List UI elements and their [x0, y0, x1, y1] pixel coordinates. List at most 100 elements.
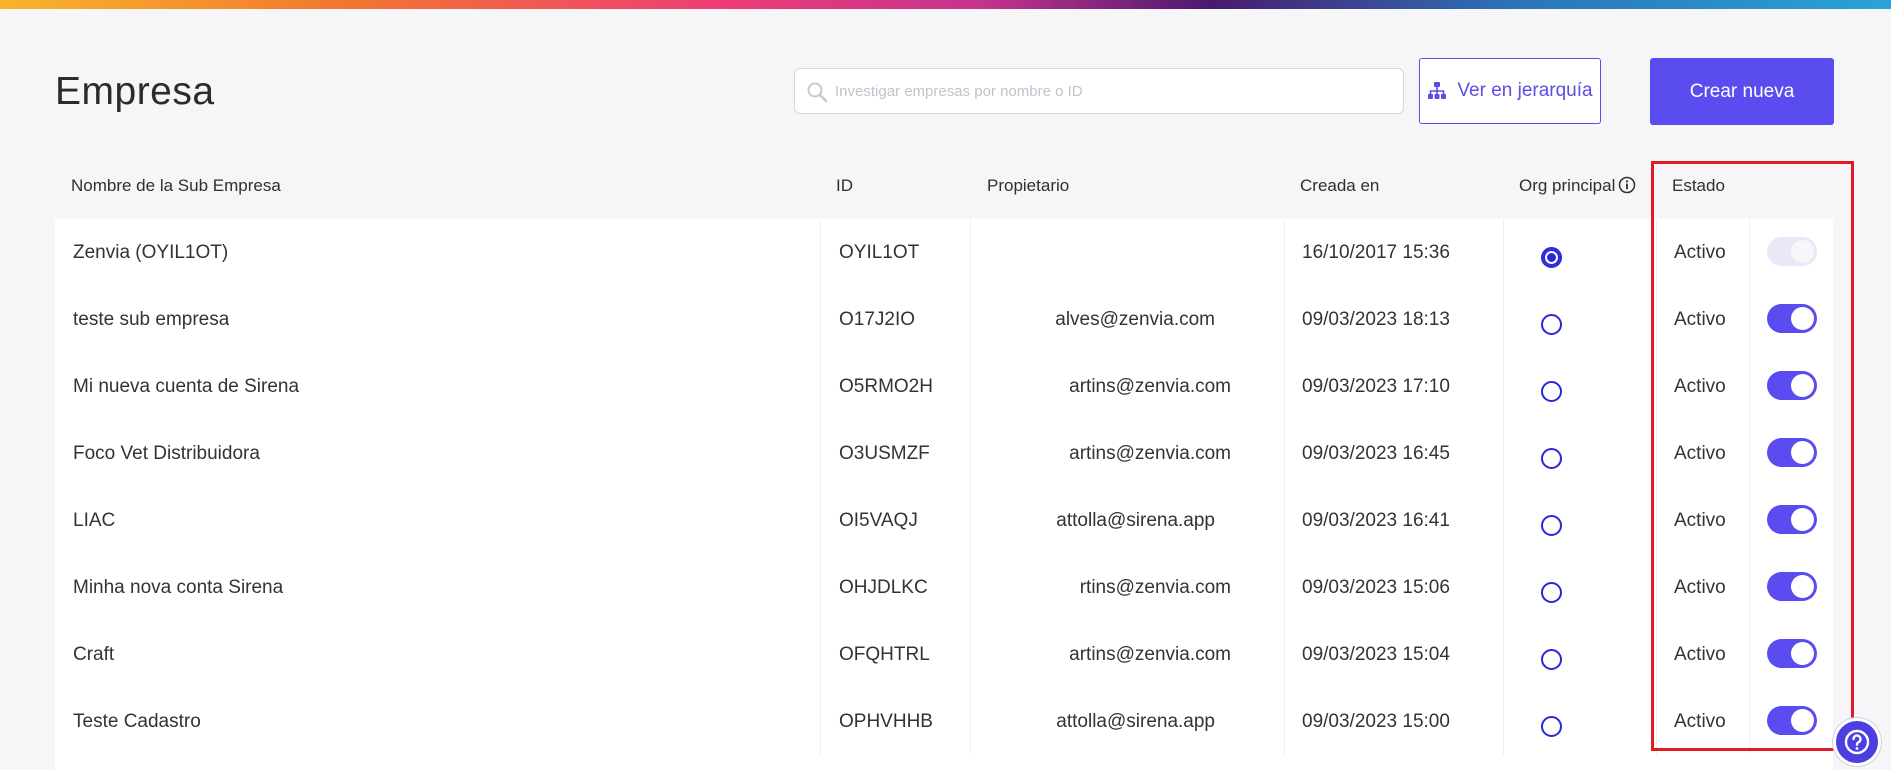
- create-new-button[interactable]: Crear nueva: [1650, 58, 1834, 125]
- company-name[interactable]: Mi nueva cuenta de Sirena: [73, 353, 299, 420]
- status-label: Activo: [1674, 509, 1726, 531]
- org-principal-radio[interactable]: [1541, 582, 1562, 603]
- company-name[interactable]: LIAC: [73, 487, 115, 554]
- column-divider: [970, 487, 971, 554]
- column-divider: [1656, 420, 1657, 487]
- company-name[interactable]: Craft: [73, 621, 114, 688]
- help-button[interactable]: [1833, 718, 1881, 766]
- column-header-name[interactable]: Nombre de la Sub Empresa: [71, 176, 281, 196]
- company-id: OFQHTRL: [839, 643, 930, 665]
- column-divider: [970, 621, 971, 688]
- table-row: teste sub empresa O17J2IO alves@zenvia.c…: [55, 286, 1833, 353]
- column-divider: [1284, 286, 1285, 353]
- column-divider: [820, 353, 821, 420]
- company-created: 09/03/2023 16:41: [1302, 509, 1450, 531]
- column-divider: [1284, 487, 1285, 554]
- column-header-status[interactable]: Estado: [1672, 176, 1725, 196]
- org-principal-radio[interactable]: [1541, 247, 1562, 268]
- search-input[interactable]: [829, 69, 1401, 113]
- column-divider: [820, 420, 821, 487]
- status-toggle[interactable]: [1767, 572, 1817, 601]
- column-divider: [1749, 286, 1750, 353]
- company-owner: artins@zenvia.com: [1069, 442, 1231, 464]
- status-toggle[interactable]: [1767, 371, 1817, 400]
- org-principal-radio[interactable]: [1541, 314, 1562, 335]
- status-toggle[interactable]: [1767, 706, 1817, 735]
- column-divider: [970, 286, 971, 353]
- column-divider: [1656, 353, 1657, 420]
- company-name[interactable]: Zenvia (OYIL1OT): [73, 219, 228, 286]
- hierarchy-icon: [1428, 82, 1447, 99]
- column-divider: [1749, 487, 1750, 554]
- column-header-created[interactable]: Creada en: [1300, 176, 1379, 196]
- column-divider: [1656, 688, 1657, 755]
- status-toggle[interactable]: [1767, 639, 1817, 668]
- org-principal-radio[interactable]: [1541, 716, 1562, 737]
- company-owner: alves@zenvia.com: [1055, 308, 1215, 330]
- company-id: OYIL1OT: [839, 241, 920, 263]
- company-id: O5RMO2H: [839, 375, 933, 397]
- company-created: 09/03/2023 18:13: [1302, 308, 1450, 330]
- status-toggle[interactable]: [1767, 304, 1817, 333]
- status-toggle[interactable]: [1767, 438, 1817, 467]
- column-header-owner[interactable]: Propietario: [987, 176, 1069, 196]
- column-divider: [1749, 554, 1750, 621]
- status-label: Activo: [1674, 375, 1726, 397]
- company-owner: [985, 219, 1305, 286]
- table-row: Minha nova conta Sirena OHJDLKC rtins@ze…: [55, 554, 1833, 621]
- column-divider: [820, 688, 821, 755]
- org-principal-radio[interactable]: [1541, 649, 1562, 670]
- column-divider: [1656, 219, 1657, 286]
- status-label: Activo: [1674, 442, 1726, 464]
- table-row: LIAC OI5VAQJ attolla@sirena.app 09/03/20…: [55, 487, 1833, 554]
- column-divider: [1503, 219, 1504, 286]
- status-toggle[interactable]: [1767, 237, 1817, 266]
- column-divider: [1749, 219, 1750, 286]
- table-row: Mi nueva cuenta de Sirena O5RMO2H artins…: [55, 353, 1833, 420]
- view-hierarchy-button[interactable]: Ver en jerarquía: [1419, 58, 1601, 124]
- column-divider: [1749, 688, 1750, 755]
- column-header-org-principal: Org principal: [1519, 176, 1636, 196]
- table-row: Teste Cadastro OPHVHHB attolla@sirena.ap…: [55, 688, 1833, 755]
- company-created: 09/03/2023 15:06: [1302, 576, 1450, 598]
- column-divider: [1284, 353, 1285, 420]
- company-id: OHJDLKC: [839, 576, 928, 598]
- company-name[interactable]: Foco Vet Distribuidora: [73, 420, 260, 487]
- company-name[interactable]: Teste Cadastro: [73, 688, 201, 755]
- company-created: 09/03/2023 15:04: [1302, 643, 1450, 665]
- org-principal-label: Org principal: [1519, 176, 1616, 195]
- status-label: Activo: [1674, 308, 1726, 330]
- company-name[interactable]: teste sub empresa: [73, 286, 229, 353]
- column-divider: [970, 688, 971, 755]
- column-divider: [1656, 621, 1657, 688]
- column-divider: [970, 219, 971, 286]
- company-owner: rtins@zenvia.com: [1079, 576, 1231, 598]
- status-toggle[interactable]: [1767, 505, 1817, 534]
- status-label: Activo: [1674, 643, 1726, 665]
- column-divider: [1503, 621, 1504, 688]
- company-id: OI5VAQJ: [839, 509, 918, 531]
- companies-table: Zenvia (OYIL1OT) OYIL1OT 16/10/2017 15:3…: [55, 219, 1833, 770]
- org-principal-radio[interactable]: [1541, 448, 1562, 469]
- company-name[interactable]: Minha nova conta Sirena: [73, 554, 283, 621]
- search-icon: [807, 82, 828, 103]
- column-divider: [1284, 688, 1285, 755]
- table-row: Foco Vet Distribuidora O3USMZF artins@ze…: [55, 420, 1833, 487]
- info-icon[interactable]: [1618, 176, 1636, 194]
- table-row: Zenvia (OYIL1OT) OYIL1OT 16/10/2017 15:3…: [55, 219, 1833, 286]
- org-principal-radio[interactable]: [1541, 515, 1562, 536]
- company-id: OPHVHHB: [839, 710, 933, 732]
- column-divider: [1656, 487, 1657, 554]
- column-divider: [1503, 554, 1504, 621]
- org-principal-radio[interactable]: [1541, 381, 1562, 402]
- column-divider: [1749, 621, 1750, 688]
- column-divider: [1284, 621, 1285, 688]
- company-owner: attolla@sirena.app: [1056, 710, 1215, 732]
- company-owner: artins@zenvia.com: [1069, 643, 1231, 665]
- view-hierarchy-label: Ver en jerarquía: [1457, 80, 1593, 101]
- column-header-id[interactable]: ID: [836, 176, 853, 196]
- status-label: Activo: [1674, 710, 1726, 732]
- search-box[interactable]: [794, 68, 1404, 114]
- status-label: Activo: [1674, 576, 1726, 598]
- help-icon: [1844, 729, 1870, 755]
